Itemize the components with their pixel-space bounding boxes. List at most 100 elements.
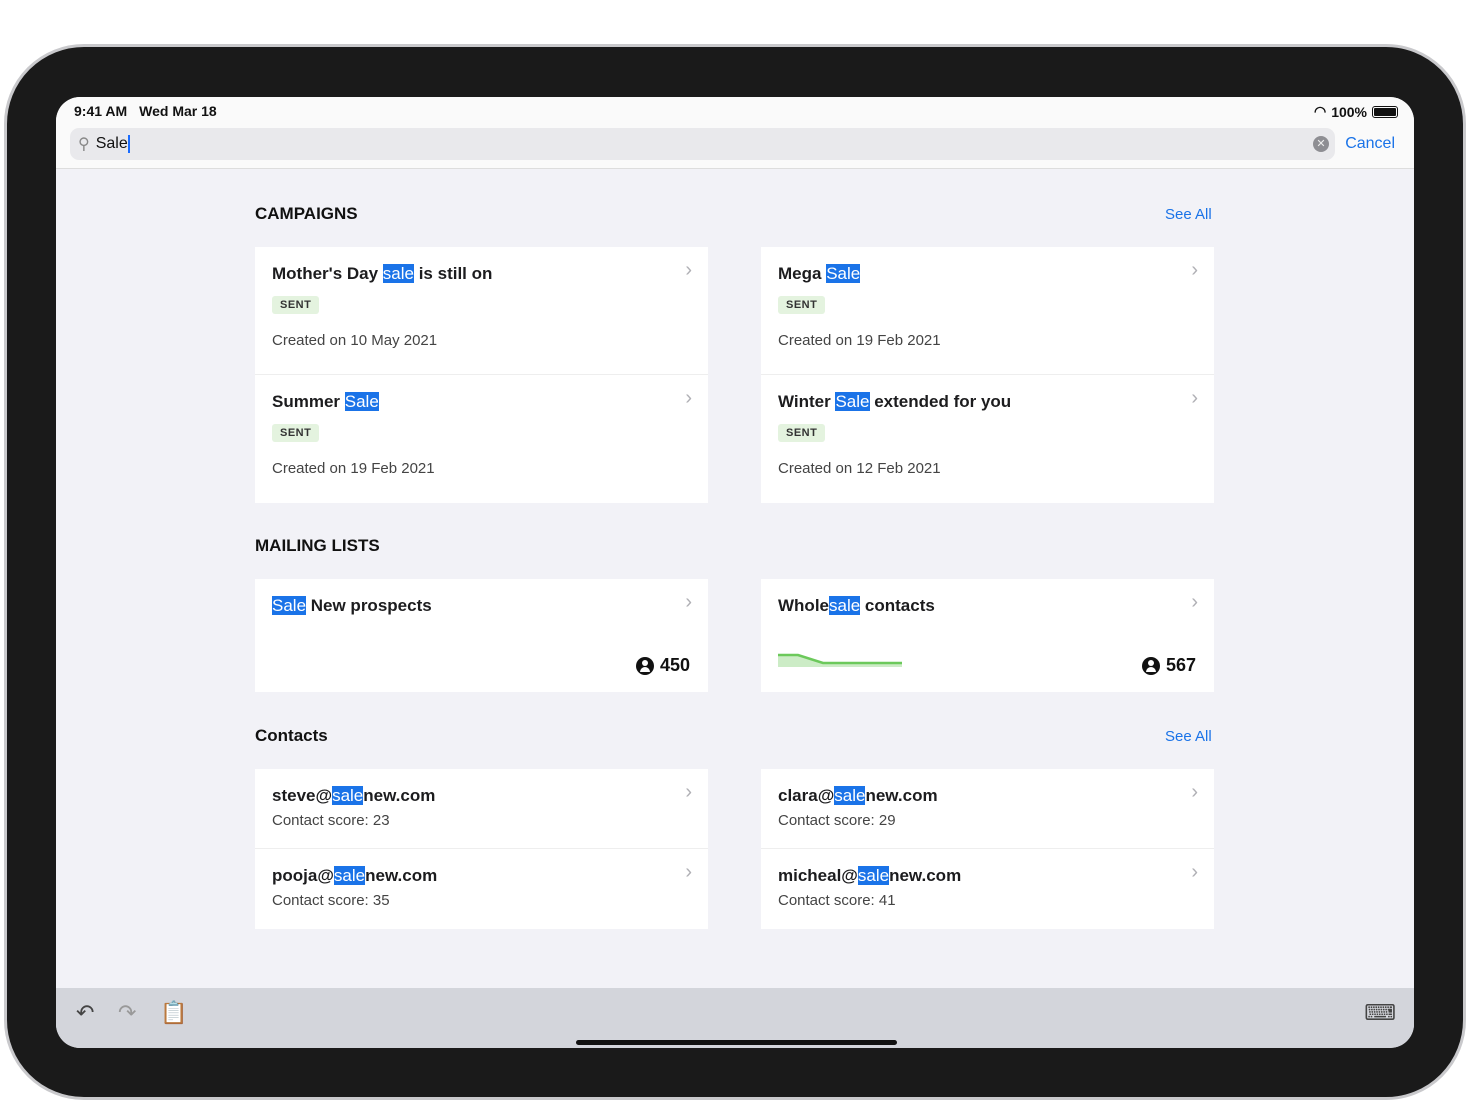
item-title: Wholesale contacts bbox=[778, 596, 1214, 616]
title-text: pooja@ bbox=[272, 866, 334, 885]
section-title-contacts: Contacts bbox=[255, 726, 328, 745]
status-badge: SENT bbox=[272, 296, 320, 314]
campaign-row[interactable]: › Mega Sale SENT Created on 19 Feb 2021 bbox=[761, 247, 1214, 375]
user-icon bbox=[1141, 656, 1160, 675]
cancel-button[interactable]: Cancel bbox=[1345, 135, 1395, 153]
user-icon bbox=[635, 656, 654, 675]
match-highlight: sale bbox=[333, 866, 366, 885]
count-value: 450 bbox=[659, 655, 690, 675]
title-text: New prospects bbox=[306, 596, 432, 615]
title-text: is still on bbox=[413, 264, 493, 283]
battery-level: 100% bbox=[1331, 103, 1367, 120]
created-date: Created on 19 Feb 2021 bbox=[272, 460, 435, 477]
campaigns-card: › Mother's Day sale is still on SENT Create… bbox=[255, 247, 708, 503]
chevron-right-icon: › bbox=[1191, 259, 1198, 281]
clear-search-icon[interactable]: ✕ bbox=[1313, 136, 1329, 152]
status-badge: SENT bbox=[778, 296, 826, 314]
match-highlight: sale bbox=[834, 786, 866, 805]
contact-score: Contact score: 41 bbox=[778, 892, 896, 909]
title-text: steve@ bbox=[272, 786, 333, 805]
item-title: clara@salenew.com bbox=[778, 786, 1214, 806]
status-badge: SENT bbox=[272, 424, 320, 442]
status-date: Wed Mar 18 bbox=[139, 103, 217, 119]
search-value: Sale bbox=[95, 135, 128, 152]
match-highlight: Sale bbox=[826, 264, 861, 283]
paste-icon[interactable]: 📋 bbox=[160, 1000, 187, 1026]
title-text: extended for you bbox=[869, 392, 1012, 411]
title-text: new.com bbox=[865, 786, 938, 805]
home-indicator bbox=[576, 1040, 897, 1045]
item-title: Mother's Day sale is still on bbox=[272, 264, 708, 284]
contact-score: Contact score: 35 bbox=[272, 892, 390, 909]
contacts-card: › clara@salenew.com Contact score: 29 › mich… bbox=[761, 769, 1214, 929]
title-text: new.com bbox=[365, 866, 438, 885]
contact-row[interactable]: › steve@salenew.com Contact score: 23 bbox=[255, 769, 708, 849]
campaign-row[interactable]: › Winter Sale extended for you SENT Created… bbox=[761, 375, 1214, 503]
chevron-right-icon: › bbox=[685, 861, 692, 883]
contacts-card: › steve@salenew.com Contact score: 23 › pooj… bbox=[255, 769, 708, 929]
campaign-row[interactable]: › Summer Sale SENT Created on 19 Feb 2021 bbox=[255, 375, 708, 503]
created-date: Created on 10 May 2021 bbox=[272, 332, 438, 349]
wifi-icon: ◠ bbox=[1313, 103, 1327, 119]
title-text: Mega bbox=[778, 264, 827, 283]
status-time: 9:41 AM bbox=[74, 103, 128, 119]
undo-icon[interactable]: ↶ bbox=[76, 1000, 94, 1026]
item-title: Winter Sale extended for you bbox=[778, 392, 1214, 412]
created-date: Created on 19 Feb 2021 bbox=[778, 332, 941, 349]
chevron-right-icon: › bbox=[685, 387, 692, 409]
match-highlight: Sale bbox=[344, 392, 379, 411]
search-input[interactable]: ⚲ Sale ✕ bbox=[70, 128, 1335, 160]
battery-icon bbox=[1372, 105, 1398, 118]
contact-score: Contact score: 23 bbox=[272, 812, 390, 829]
chevron-right-icon: › bbox=[1191, 591, 1198, 613]
search-icon: ⚲ bbox=[78, 136, 90, 153]
text-cursor bbox=[127, 135, 130, 153]
item-title: steve@salenew.com bbox=[272, 786, 708, 806]
item-title: Sale New prospects bbox=[272, 596, 708, 616]
keyboard-icon[interactable]: ⌨ bbox=[1364, 1000, 1396, 1026]
keyboard-toolbar: ↶ ↷ 📋 ⌨ bbox=[56, 988, 1414, 1048]
status-right: ◠ 100% bbox=[1314, 103, 1398, 120]
campaigns-see-all-link[interactable]: See All bbox=[1165, 206, 1212, 223]
contacts-see-all-link[interactable]: See All bbox=[1165, 728, 1212, 745]
section-title-campaigns: CAMPAIGNS bbox=[255, 204, 358, 223]
section-title-mailing-lists: MAILING LISTS bbox=[255, 536, 380, 555]
count-value: 567 bbox=[1165, 655, 1196, 675]
match-highlight: sale bbox=[382, 264, 414, 283]
sparkline-chart bbox=[778, 653, 902, 667]
created-date: Created on 12 Feb 2021 bbox=[778, 460, 941, 477]
match-highlight: sale bbox=[829, 596, 861, 615]
item-title: Mega Sale bbox=[778, 264, 1214, 284]
mailing-list-card[interactable]: › Sale New prospects 450 bbox=[255, 579, 708, 692]
chevron-right-icon: › bbox=[685, 259, 692, 281]
mailing-list-card[interactable]: › Wholesale contacts 567 bbox=[761, 579, 1214, 692]
match-highlight: Sale bbox=[272, 596, 307, 615]
match-highlight: Sale bbox=[835, 392, 870, 411]
top-bar: 9:41 AM Wed Mar 18 ◠ 100% ⚲ Sale ✕ Cancel bbox=[56, 97, 1414, 169]
contact-row[interactable]: › clara@salenew.com Contact score: 29 bbox=[761, 769, 1214, 849]
title-text: Winter bbox=[778, 392, 836, 411]
title-text: Whole bbox=[778, 596, 829, 615]
redo-icon[interactable]: ↷ bbox=[118, 1000, 136, 1026]
chevron-right-icon: › bbox=[685, 591, 692, 613]
status-badge: SENT bbox=[778, 424, 826, 442]
contact-row[interactable]: › micheal@salenew.com Contact score: 41 bbox=[761, 849, 1214, 929]
match-highlight: sale bbox=[332, 786, 364, 805]
contact-score: Contact score: 29 bbox=[778, 812, 896, 829]
chevron-right-icon: › bbox=[685, 781, 692, 803]
chevron-right-icon: › bbox=[1191, 861, 1198, 883]
subscriber-count: 450 bbox=[635, 655, 690, 676]
status-bar: 9:41 AM Wed Mar 18 bbox=[74, 103, 229, 119]
chevron-right-icon: › bbox=[1191, 781, 1198, 803]
title-text: new.com bbox=[889, 866, 962, 885]
title-text: Mother's Day bbox=[272, 264, 383, 283]
title-text: Summer bbox=[272, 392, 345, 411]
campaign-row[interactable]: › Mother's Day sale is still on SENT Create… bbox=[255, 247, 708, 375]
item-title: pooja@salenew.com bbox=[272, 866, 708, 886]
contact-row[interactable]: › pooja@salenew.com Contact score: 35 bbox=[255, 849, 708, 929]
screen: 9:41 AM Wed Mar 18 ◠ 100% ⚲ Sale ✕ Cancel … bbox=[56, 97, 1414, 1048]
campaigns-card: › Mega Sale SENT Created on 19 Feb 2021 › Win… bbox=[761, 247, 1214, 503]
item-title: Summer Sale bbox=[272, 392, 708, 412]
chevron-right-icon: › bbox=[1191, 387, 1198, 409]
subscriber-count: 567 bbox=[1141, 655, 1196, 676]
